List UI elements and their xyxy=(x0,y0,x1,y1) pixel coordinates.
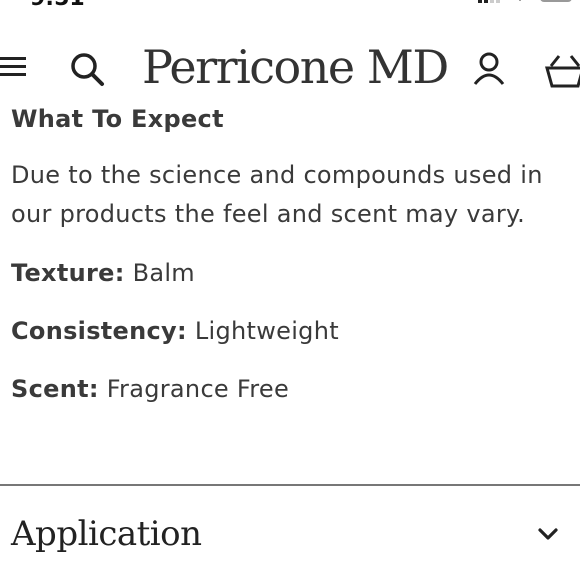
what-to-expect-section: What To Expect Due to the science and co… xyxy=(11,102,571,406)
signal-icon xyxy=(478,0,500,3)
texture-attribute: Texture: Balm xyxy=(11,256,571,290)
status-time: 9:51 xyxy=(30,0,85,11)
status-bar: 9:51 xyxy=(0,0,580,14)
texture-label: Texture: xyxy=(11,259,125,287)
status-icons xyxy=(478,0,572,3)
basket-icon[interactable] xyxy=(545,52,580,92)
search-icon[interactable] xyxy=(66,48,110,92)
product-detail-page: 9:51 Perricone MD xyxy=(0,0,580,580)
expect-description: Due to the science and compounds used in… xyxy=(11,161,543,228)
account-icon[interactable] xyxy=(470,50,510,90)
consistency-attribute: Consistency: Lightweight xyxy=(11,314,571,348)
consistency-value: Lightweight xyxy=(194,317,339,345)
texture-value: Balm xyxy=(132,259,195,287)
scent-value: Fragrance Free xyxy=(106,375,290,403)
chevron-down-icon[interactable] xyxy=(537,526,559,542)
menu-icon[interactable] xyxy=(0,52,28,82)
wifi-icon xyxy=(519,0,521,1)
battery-icon xyxy=(540,0,572,2)
accordion-title: Application xyxy=(11,514,202,554)
consistency-label: Consistency: xyxy=(11,317,187,345)
scent-attribute: Scent: Fragrance Free xyxy=(11,372,571,406)
section-heading: What To Expect xyxy=(11,105,224,133)
site-header: Perricone MD xyxy=(0,38,580,100)
brand-logo[interactable]: Perricone MD xyxy=(142,40,449,94)
scent-label: Scent: xyxy=(11,375,99,403)
application-accordion[interactable]: Application xyxy=(0,486,580,580)
